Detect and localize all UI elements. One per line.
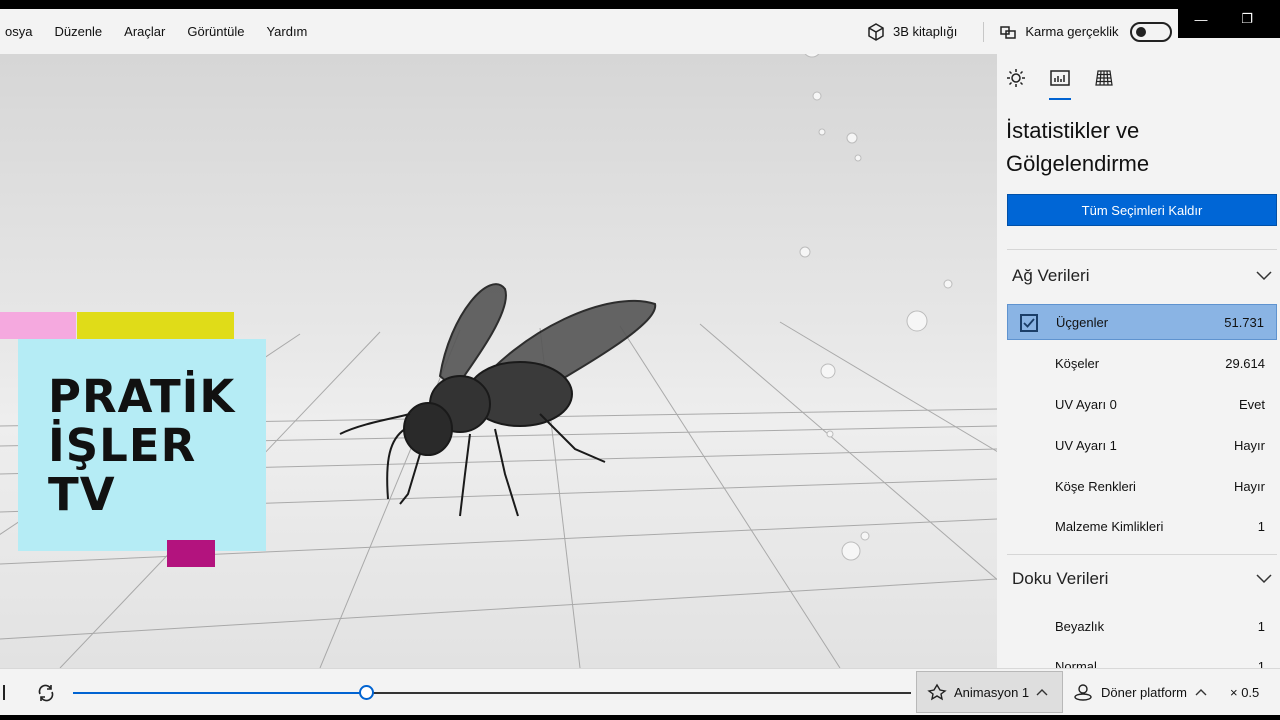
row-triangles[interactable]: Üçgenler 51.731 <box>1007 304 1277 340</box>
row-normal[interactable]: Normal 1 <box>1007 648 1277 668</box>
row-value: Hayır <box>1234 438 1265 453</box>
row-label: UV Ayarı 1 <box>1055 438 1234 453</box>
panel-tabs <box>1005 66 1115 90</box>
minimize-button[interactable]: — <box>1178 0 1224 38</box>
mixed-reality-toggle[interactable] <box>1130 22 1172 42</box>
row-label: Malzeme Kimlikleri <box>1055 519 1258 534</box>
water-bubbles-icon <box>800 54 952 560</box>
menubar-right: 3B kitaplığı Karma gerçeklik <box>866 9 1172 54</box>
menu-file[interactable]: osya <box>0 9 43 54</box>
row-value: 29.614 <box>1225 356 1265 371</box>
top-edge <box>0 0 1280 9</box>
row-vertex-colors[interactable]: Köşe Renkleri Hayır <box>1007 468 1277 504</box>
mesh-data-title: Ağ Verileri <box>1012 266 1089 286</box>
row-uv-set-1[interactable]: UV Ayarı 1 Hayır <box>1007 427 1277 463</box>
menu-view[interactable]: Görüntüle <box>176 9 255 54</box>
sticker-magenta-strip <box>167 540 215 567</box>
checkbox-checked-icon[interactable] <box>1020 314 1038 332</box>
row-vertices[interactable]: Köşeler 29.614 <box>1007 345 1277 381</box>
3d-library-label: 3B kitaplığı <box>893 24 957 39</box>
row-albedo[interactable]: Beyazlık 1 <box>1007 608 1277 644</box>
chevron-down-icon <box>1256 574 1272 584</box>
panel-title: İstatistikler ve Gölgelendirme <box>1006 114 1266 180</box>
row-value: Evet <box>1239 397 1265 412</box>
loop-button[interactable] <box>35 682 57 704</box>
3d-viewport[interactable]: PRATİK İŞLER TV <box>0 54 997 668</box>
texture-data-header[interactable]: Doku Verileri <box>1012 567 1272 591</box>
sun-icon <box>1006 68 1026 88</box>
cube-icon <box>866 22 886 42</box>
play-button-edge[interactable] <box>3 685 5 700</box>
menubar-separator <box>983 22 984 42</box>
turntable-label: Döner platform <box>1101 685 1187 700</box>
section-divider <box>1007 554 1277 555</box>
speed-label: × 0.5 <box>1230 685 1259 700</box>
section-divider <box>1007 249 1277 250</box>
row-label: Normal <box>1055 659 1258 669</box>
row-label: UV Ayarı 0 <box>1055 397 1239 412</box>
menu-tools[interactable]: Araçlar <box>113 9 176 54</box>
sticker-pink-strip <box>0 312 76 339</box>
maximize-button[interactable]: ❐ <box>1224 0 1270 38</box>
animation-timeline[interactable] <box>73 692 911 694</box>
stats-panel: İstatistikler ve Gölgelendirme Tüm Seçim… <box>997 54 1280 668</box>
menu-edit[interactable]: Düzenle <box>43 9 113 54</box>
mixed-reality-label: Karma gerçeklik <box>1025 24 1118 39</box>
tab-lighting[interactable] <box>1005 66 1027 90</box>
stats-icon <box>1049 68 1071 88</box>
row-label: Köşe Renkleri <box>1055 479 1234 494</box>
channel-logo-sticker: PRATİK İŞLER TV <box>18 339 266 551</box>
mixed-reality-icon <box>998 22 1018 42</box>
tab-statistics[interactable] <box>1049 66 1071 90</box>
tab-grid[interactable] <box>1093 66 1115 90</box>
timeline-thumb[interactable] <box>359 685 374 700</box>
row-label: Üçgenler <box>1056 315 1224 330</box>
row-value: 51.731 <box>1224 315 1264 330</box>
mesh-data-header[interactable]: Ağ Verileri <box>1012 264 1272 288</box>
grid-icon <box>1094 68 1114 88</box>
texture-data-title: Doku Verileri <box>1012 569 1108 589</box>
channel-logo-text: PRATİK İŞLER TV <box>48 372 235 519</box>
row-value: 1 <box>1258 659 1265 669</box>
menu: osya Düzenle Araçlar Görüntüle Yardım <box>0 9 318 54</box>
timeline-progress <box>73 692 366 694</box>
window-controls: — ❐ <box>1178 0 1280 38</box>
animation-selector[interactable]: Animasyon 1 <box>916 671 1063 713</box>
row-label: Köşeler <box>1055 356 1225 371</box>
row-material-ids[interactable]: Malzeme Kimlikleri 1 <box>1007 508 1277 544</box>
menubar: osya Düzenle Araçlar Görüntüle Yardım 3B… <box>0 9 1280 54</box>
chevron-down-icon <box>1256 271 1272 281</box>
animation-label: Animasyon 1 <box>954 685 1029 700</box>
row-value: 1 <box>1258 619 1265 634</box>
animation-icon <box>927 683 947 701</box>
sticker-yellow-strip <box>77 312 234 340</box>
animation-bar: Animasyon 1 Döner platform × 0.5 <box>0 668 1280 715</box>
chevron-up-icon <box>1036 688 1048 696</box>
turntable-selector[interactable]: Döner platform <box>1073 671 1207 713</box>
row-label: Beyazlık <box>1055 619 1258 634</box>
turntable-icon <box>1073 683 1093 701</box>
menu-help[interactable]: Yardım <box>255 9 318 54</box>
bottom-edge <box>0 715 1280 720</box>
chevron-up-icon <box>1195 688 1207 696</box>
loop-icon <box>36 684 56 702</box>
row-value: Hayır <box>1234 479 1265 494</box>
mixed-reality-button[interactable]: Karma gerçeklik <box>998 22 1171 42</box>
3d-library-button[interactable]: 3B kitaplığı <box>866 22 957 42</box>
clear-selections-button[interactable]: Tüm Seçimleri Kaldır <box>1007 194 1277 226</box>
row-uv-set-0[interactable]: UV Ayarı 0 Evet <box>1007 386 1277 422</box>
speed-selector[interactable]: × 0.5 <box>1230 671 1259 713</box>
wasp-model-icon <box>340 284 655 516</box>
row-value: 1 <box>1258 519 1265 534</box>
